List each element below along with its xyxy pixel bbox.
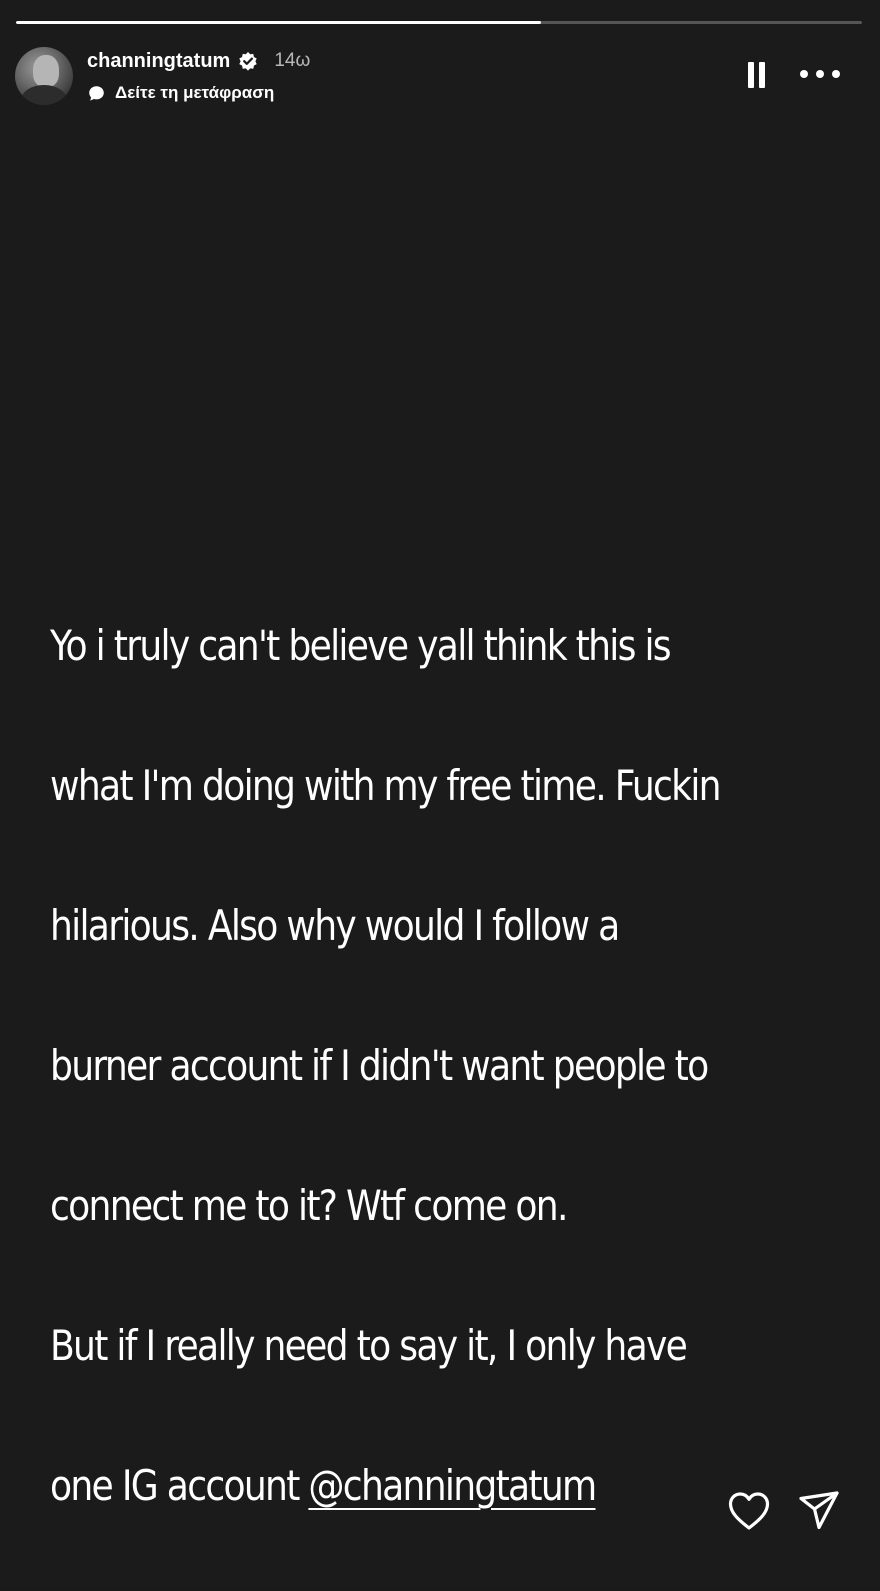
heart-icon xyxy=(728,1492,770,1530)
verified-badge-icon xyxy=(238,51,258,71)
paper-plane-icon xyxy=(799,1491,839,1530)
story-text-line: connect me to it? Wtf come on. xyxy=(50,1181,568,1230)
avatar-face xyxy=(33,55,59,87)
mention-link[interactable]: @channingtatum xyxy=(308,1461,597,1510)
more-options-button[interactable] xyxy=(800,64,840,84)
story-progress-bar xyxy=(16,21,862,24)
pause-icon xyxy=(747,62,754,88)
translate-bubble-icon xyxy=(88,85,105,102)
more-options-dot xyxy=(832,70,840,78)
story-progress-fill xyxy=(16,21,541,24)
story-text-line: burner account if I didn't want people t… xyxy=(50,1041,709,1090)
pause-button[interactable] xyxy=(742,60,770,90)
story-text-line: But if I really need to say it, I only h… xyxy=(50,1321,688,1370)
story-text-line: one IG account xyxy=(50,1461,309,1510)
share-button[interactable] xyxy=(796,1488,842,1534)
story-text-last-line: one IG account @channingtatum xyxy=(50,1451,738,1521)
more-options-dot xyxy=(816,70,824,78)
avatar-shoulders xyxy=(21,85,67,105)
story-text: Yo i truly can't believe yall think this… xyxy=(50,541,738,1591)
story-text-line: Yo i truly can't believe yall think this… xyxy=(50,621,672,670)
pause-icon-bar xyxy=(758,62,765,88)
post-time: 14ω xyxy=(274,50,311,71)
story-text-line: what I'm doing with my free time. Fuckin xyxy=(50,761,722,810)
story-header: channingtatum 14ω xyxy=(87,48,310,74)
see-translation-label: Δείτε τη μετάφραση xyxy=(115,83,275,102)
more-options-icon xyxy=(800,70,808,78)
story-viewer[interactable]: channingtatum 14ω Δείτε τη μετάφραση Yo … xyxy=(0,0,880,1586)
see-translation-link[interactable]: Δείτε τη μετάφραση xyxy=(88,82,274,104)
username-link[interactable]: channingtatum xyxy=(87,50,230,73)
avatar[interactable] xyxy=(15,47,73,105)
story-text-line: hilarious. Also why would I follow a xyxy=(50,901,620,950)
like-button[interactable] xyxy=(726,1489,772,1533)
